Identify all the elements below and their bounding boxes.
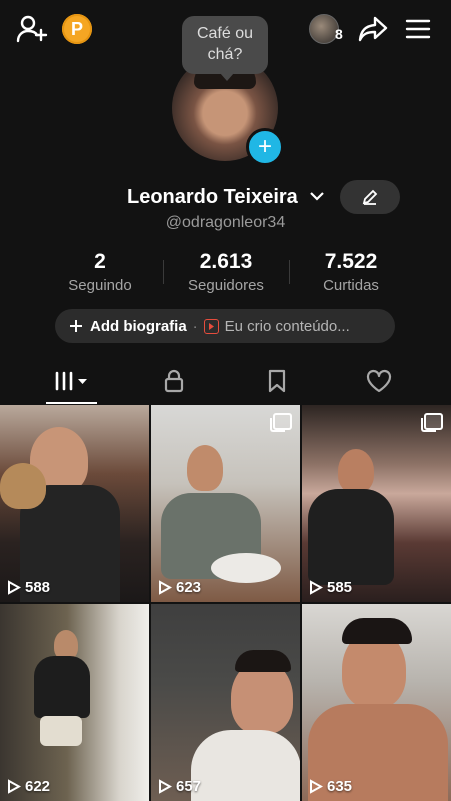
plate <box>211 553 281 583</box>
plus-icon <box>70 320 82 332</box>
friends-avatar-button[interactable]: 8 <box>309 13 351 45</box>
stat-label: Seguindo <box>68 277 132 294</box>
add-bio-label[interactable]: Add biografia <box>90 318 187 335</box>
stat-followers[interactable]: 2.613 Seguidores <box>171 250 281 294</box>
view-count: 588 <box>7 579 50 596</box>
stat-value: 2.613 <box>199 250 253 273</box>
stat-label: Seguidores <box>188 277 264 294</box>
friends-count: 8 <box>335 26 343 42</box>
add-friend-icon[interactable] <box>14 12 50 46</box>
coins-icon[interactable]: P <box>62 14 92 44</box>
pencil-icon <box>362 189 378 205</box>
play-icon <box>8 580 21 595</box>
view-count-text: 588 <box>25 579 51 596</box>
person-body <box>34 656 90 718</box>
view-count-text: 623 <box>176 579 202 596</box>
profile-name[interactable]: Leonardo Teixeira <box>127 186 298 209</box>
view-count: 635 <box>309 778 352 795</box>
stat-value: 2 <box>94 250 106 273</box>
person-shorts <box>40 716 82 746</box>
videos-grid-icon <box>55 371 87 391</box>
person-figure <box>338 449 374 493</box>
tab-liked[interactable] <box>355 360 403 402</box>
person-hair <box>235 650 291 672</box>
video-thumbnail[interactable]: 623 <box>151 405 300 602</box>
carousel-icon <box>421 413 443 432</box>
creator-play-icon <box>203 318 219 334</box>
add-story-plus-icon[interactable]: + <box>246 128 284 166</box>
edit-profile-button[interactable] <box>340 180 400 214</box>
play-icon <box>310 580 323 595</box>
view-count: 622 <box>7 778 50 795</box>
person-body <box>191 730 300 801</box>
boxing-glove <box>0 463 46 509</box>
bio-pill[interactable]: Add biografia · Eu crio conteúdo... <box>55 309 395 343</box>
carousel-icon <box>270 413 292 432</box>
play-icon <box>159 779 172 794</box>
profile-stats: 2 Seguindo 2.613 Seguidores 7.522 Curtid… <box>0 250 451 294</box>
profile-tabs <box>0 360 451 404</box>
view-count: 657 <box>158 778 201 795</box>
active-tab-indicator <box>46 402 97 404</box>
chevron-down-icon[interactable] <box>309 189 325 207</box>
tab-saved[interactable] <box>253 360 301 402</box>
profile-handle: @odragonleor34 <box>165 214 286 231</box>
view-count-text: 622 <box>25 778 51 795</box>
play-icon <box>310 779 323 794</box>
stat-following[interactable]: 2 Seguindo <box>45 250 155 294</box>
person-hair <box>342 618 412 644</box>
tab-private[interactable] <box>150 360 198 402</box>
video-grid: 588 623 585 622 657 635 <box>0 405 451 801</box>
video-thumbnail[interactable]: 588 <box>0 405 149 602</box>
share-icon[interactable] <box>356 14 390 44</box>
stat-likes[interactable]: 7.522 Curtidas <box>296 250 406 294</box>
heart-icon <box>366 369 392 393</box>
video-thumbnail[interactable]: 622 <box>0 604 149 801</box>
bookmark-icon <box>268 369 286 393</box>
divider <box>289 260 290 284</box>
person-body <box>308 489 394 585</box>
play-icon <box>8 779 21 794</box>
view-count: 623 <box>158 579 201 596</box>
view-count: 585 <box>309 579 352 596</box>
divider <box>163 260 164 284</box>
coin-label: P <box>70 18 83 39</box>
stat-value: 7.522 <box>324 250 378 273</box>
status-bubble[interactable]: Café ou chá? <box>182 16 268 81</box>
view-count-text: 585 <box>327 579 353 596</box>
bio-separator: · <box>192 317 198 335</box>
view-count-text: 657 <box>176 778 202 795</box>
video-thumbnail[interactable]: 585 <box>302 405 451 602</box>
lock-icon <box>164 369 184 393</box>
menu-icon[interactable] <box>402 16 434 42</box>
video-thumbnail[interactable]: 657 <box>151 604 300 801</box>
creator-label[interactable]: Eu crio conteúdo... <box>225 318 350 335</box>
video-thumbnail[interactable]: 635 <box>302 604 451 801</box>
person-figure <box>187 445 223 491</box>
play-icon <box>159 580 172 595</box>
tab-videos[interactable] <box>46 360 97 402</box>
view-count-text: 635 <box>327 778 353 795</box>
stat-label: Curtidas <box>323 277 379 294</box>
